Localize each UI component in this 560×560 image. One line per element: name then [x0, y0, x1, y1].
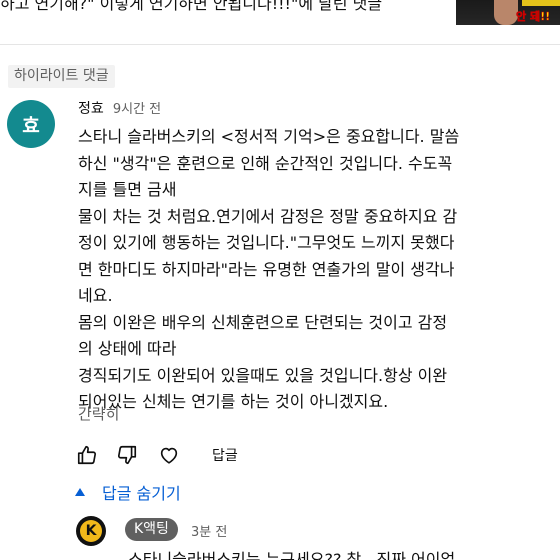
comment-timestamp[interactable]: 9시간 전 — [113, 102, 161, 117]
comment-line: 지를 틀면 금새 — [78, 180, 177, 199]
comment-line: 의 상태에 따라 — [78, 339, 177, 358]
comment-line: 하신 "생각"은 훈련으로 인해 순간적인 것입니다. 수도꼭 — [78, 153, 453, 173]
comment-line: 경직되기도 이완되어 있을때도 있을 것입니다.항상 이완 — [78, 365, 448, 385]
thumbs-up-icon[interactable] — [76, 444, 98, 466]
reply-author-badge[interactable]: K액팅 — [125, 518, 178, 541]
section-divider — [0, 44, 560, 45]
comment-text: 스타니 슬라버스키의 <정서적 기억>은 중요합니다. 말씀 하신 "생각"은 … — [78, 124, 548, 416]
video-thumbnail[interactable]: 안 돼!! — [456, 0, 560, 25]
comment-header: 정효 9시간 전 — [78, 98, 161, 118]
read-less-link[interactable]: 간략히 — [78, 403, 119, 424]
hide-replies-label: 답글 숨기기 — [102, 484, 181, 503]
comment-line: 면 한마디도 하지마라"라는 유명한 연출가의 말이 생각나 — [78, 259, 455, 279]
comment-line: 물이 차는 것 처럼요.연기에서 감정은 정말 중요하지요 감 — [78, 206, 458, 226]
heart-icon[interactable] — [158, 444, 180, 466]
thumbs-down-icon[interactable] — [116, 444, 138, 466]
comment-line: 네요. — [78, 286, 113, 305]
comment-line: 몸의 이완은 배우의 신체훈련으로 단련되는 것이고 감정 — [78, 312, 448, 332]
highlight-comment-badge: 하이라이트 댓글 — [8, 65, 115, 88]
thumbnail-stripe — [522, 0, 560, 6]
avatar[interactable]: 효 — [7, 100, 55, 148]
reply-text: 스타니슬라버스키는 누구세요?? 참.. 진짜 어이없 — [128, 550, 456, 560]
comment-line: 정이 있기에 행동하는 것입니다."그무엇도 느끼지 못했다 — [78, 233, 455, 252]
author-name[interactable]: 정효 — [78, 101, 104, 117]
comment-line: 스타니 슬라버스키의 <정서적 기억>은 중요합니다. 말씀 — [78, 127, 460, 146]
previous-comment-snippet: 하고 연기해?" 이렇게 연기하면 안됩니다!!!"에 달린 댓글 — [0, 0, 383, 13]
reply-timestamp[interactable]: 3분 전 — [191, 521, 227, 540]
thumbnail-person — [494, 0, 518, 25]
avatar-letter: 효 — [22, 114, 40, 137]
comment-line: 되어있는 신체는 연기를 하는 것이 아니겠지요. — [78, 392, 389, 411]
reply-avatar-letter: K — [80, 520, 102, 542]
hide-replies-button[interactable]: 답글 숨기기 — [74, 480, 181, 504]
chevron-up-icon — [75, 488, 85, 496]
reply-button[interactable]: 답글 — [212, 445, 238, 465]
thumbnail-caption: 안 돼!! — [516, 10, 551, 24]
reply-avatar[interactable]: K — [76, 516, 106, 546]
